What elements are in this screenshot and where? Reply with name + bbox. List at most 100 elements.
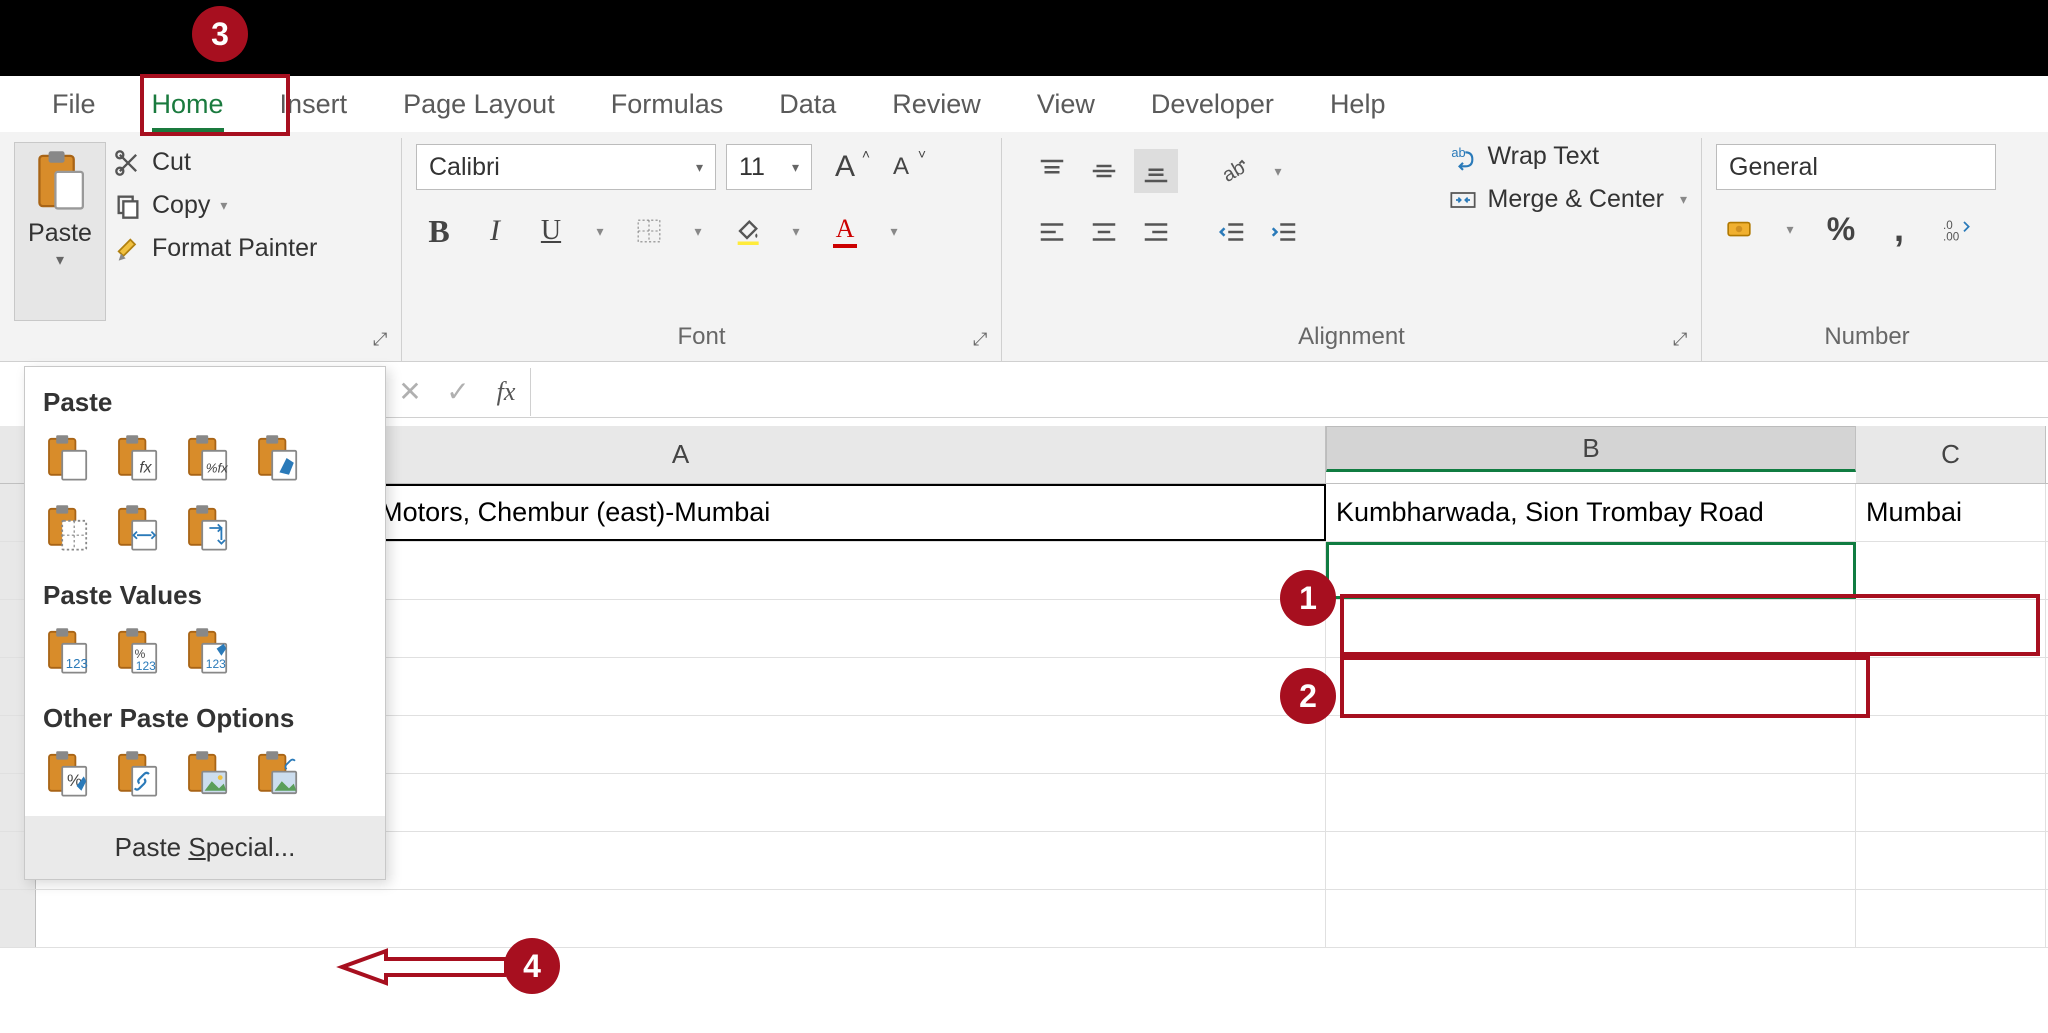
borders-button[interactable]	[626, 208, 672, 254]
increase-decimal-button[interactable]: .0.00	[1934, 206, 1980, 252]
cell[interactable]	[1326, 832, 1856, 889]
align-bottom-button[interactable]	[1134, 149, 1178, 193]
decrease-font-button[interactable]: A˅	[878, 144, 924, 190]
percent-button[interactable]: %	[1818, 206, 1864, 252]
paste-values-numfmt-icon[interactable]: %123	[113, 627, 161, 675]
cut-button[interactable]: Cut	[114, 148, 317, 177]
cell-b2-selected[interactable]	[1326, 542, 1856, 599]
tab-view[interactable]: View	[1009, 77, 1123, 132]
align-middle-button[interactable]	[1082, 149, 1126, 193]
tab-home[interactable]: Home	[124, 77, 252, 132]
cell-b1[interactable]: Kumbharwada, Sion Trombay Road	[1326, 484, 1856, 541]
insert-function-button[interactable]: fx	[482, 368, 530, 416]
callout-badge-3: 3	[192, 6, 248, 62]
font-name-select[interactable]: Calibri▾	[416, 144, 716, 190]
chevron-down-icon[interactable]: ▾	[780, 208, 812, 254]
chevron-down-icon: ▾	[220, 197, 227, 214]
font-size-value: 11	[739, 153, 765, 182]
callout-badge-4: 4	[504, 938, 560, 994]
number-format-select[interactable]: General	[1716, 144, 1996, 190]
copy-label: Copy	[152, 191, 210, 220]
orientation-button[interactable]: ab	[1210, 149, 1254, 193]
align-left-button[interactable]	[1030, 210, 1074, 254]
decrease-indent-button[interactable]	[1210, 210, 1254, 254]
merge-icon	[1448, 186, 1478, 214]
cell[interactable]	[1856, 716, 2046, 773]
chevron-down-icon[interactable]: ▾	[1774, 206, 1806, 252]
bold-button[interactable]: B	[416, 208, 462, 254]
comma-button[interactable]: ,	[1876, 206, 1922, 252]
paste-values-icon[interactable]: 123	[43, 627, 91, 675]
cell[interactable]	[1326, 658, 1856, 715]
italic-button[interactable]: I	[472, 208, 518, 254]
chevron-down-icon[interactable]: ▾	[584, 208, 616, 254]
cell[interactable]	[1326, 600, 1856, 657]
tab-data[interactable]: Data	[751, 77, 864, 132]
paste-special-menu-item[interactable]: Paste Special...	[25, 816, 385, 879]
paste-linked-picture-icon[interactable]	[253, 750, 301, 798]
cell[interactable]	[1856, 658, 2046, 715]
align-bottom-icon	[1141, 156, 1171, 186]
font-size-select[interactable]: 11▾	[726, 144, 812, 190]
paste-button[interactable]: Paste ▾	[14, 142, 106, 321]
dialog-launcher-icon[interactable]: ⤢	[973, 329, 995, 351]
tab-formulas[interactable]: Formulas	[583, 77, 752, 132]
tab-insert[interactable]: Insert	[252, 77, 376, 132]
cell[interactable]	[1326, 890, 1856, 947]
chevron-down-icon[interactable]: ▾	[682, 208, 714, 254]
cell[interactable]	[1856, 600, 2046, 657]
chevron-down-icon[interactable]: ▾	[878, 208, 910, 254]
format-painter-button[interactable]: Format Painter	[114, 234, 317, 263]
tab-page-layout[interactable]: Page Layout	[375, 77, 583, 132]
align-center-icon	[1089, 217, 1119, 247]
chevron-down-icon[interactable]: ▾	[1262, 148, 1294, 194]
underline-button[interactable]: U	[528, 208, 574, 254]
formula-input[interactable]	[530, 368, 2048, 416]
align-top-button[interactable]	[1030, 149, 1074, 193]
column-header-c[interactable]: C	[1856, 426, 2046, 483]
cancel-button[interactable]: ✕	[386, 368, 434, 416]
paste-picture-icon[interactable]	[183, 750, 231, 798]
dialog-launcher-icon[interactable]: ⤢	[1673, 329, 1695, 351]
paste-formatting-icon[interactable]: %	[43, 750, 91, 798]
align-right-button[interactable]	[1134, 210, 1178, 254]
merge-center-button[interactable]: Merge & Center ▾	[1448, 185, 1688, 214]
dialog-launcher-icon[interactable]: ⤢	[373, 329, 395, 351]
paste-values-srcfmt-icon[interactable]: 123	[183, 627, 231, 675]
cell[interactable]	[1856, 890, 2046, 947]
cell[interactable]	[1326, 716, 1856, 773]
tab-developer[interactable]: Developer	[1123, 77, 1302, 132]
font-color-button[interactable]: A	[822, 208, 868, 254]
cut-label: Cut	[152, 148, 191, 177]
enter-button[interactable]: ✓	[434, 368, 482, 416]
cell[interactable]	[1856, 774, 2046, 831]
decrease-indent-icon	[1217, 217, 1247, 247]
wrap-text-button[interactable]: ab Wrap Text	[1448, 142, 1688, 171]
tab-help[interactable]: Help	[1302, 77, 1414, 132]
cell[interactable]	[1856, 832, 2046, 889]
paste-link-icon[interactable]	[113, 750, 161, 798]
tab-review[interactable]: Review	[864, 77, 1009, 132]
accounting-format-button[interactable]	[1716, 206, 1762, 252]
increase-indent-button[interactable]	[1262, 210, 1306, 254]
copy-icon	[114, 192, 142, 220]
paste-keep-source-icon[interactable]	[253, 434, 301, 482]
cell[interactable]	[36, 890, 1326, 947]
column-header-b[interactable]: B	[1326, 426, 1856, 472]
align-center-button[interactable]	[1082, 210, 1126, 254]
paste-no-borders-icon[interactable]	[43, 504, 91, 552]
cell[interactable]	[1326, 774, 1856, 831]
paste-formulas-numfmt-icon[interactable]: %fx	[183, 434, 231, 482]
fill-color-button[interactable]	[724, 208, 770, 254]
copy-button[interactable]: Copy ▾	[114, 191, 317, 220]
cell-c1[interactable]: Mumbai	[1856, 484, 2046, 541]
cell[interactable]	[1856, 542, 2046, 599]
paste-all-icon[interactable]	[43, 434, 91, 482]
paste-keep-widths-icon[interactable]	[113, 504, 161, 552]
paste-transpose-icon[interactable]	[183, 504, 231, 552]
paste-formulas-icon[interactable]: fx	[113, 434, 161, 482]
row-header[interactable]	[0, 890, 36, 947]
paste-values-section-title: Paste Values	[25, 570, 385, 621]
tab-file[interactable]: File	[24, 77, 124, 132]
increase-font-button[interactable]: A˄	[822, 144, 868, 190]
